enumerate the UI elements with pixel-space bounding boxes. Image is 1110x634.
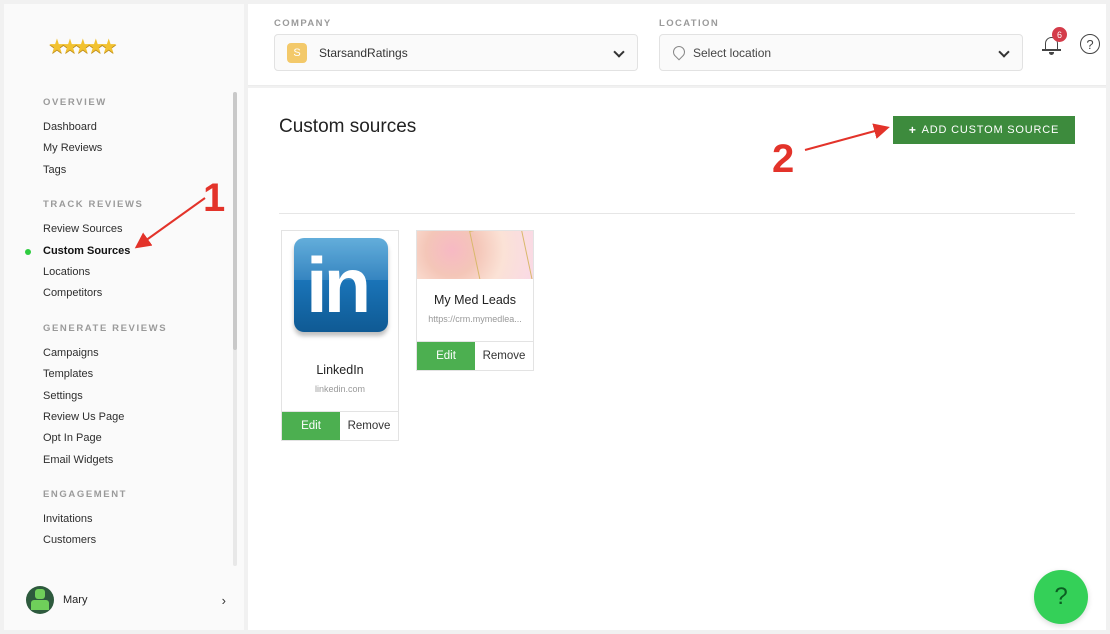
- main-content: Custom sources + ADD CUSTOM SOURCE in Li…: [248, 88, 1106, 630]
- sidebar-item-templates[interactable]: Templates: [43, 364, 233, 385]
- source-card-url: https://crm.mymedlea...: [428, 314, 522, 324]
- source-card-actions: Edit Remove: [282, 411, 398, 440]
- nav-section-title: GENERATE REVIEWS: [43, 322, 168, 334]
- sidebar-item-review-us-page[interactable]: Review Us Page: [43, 407, 233, 428]
- source-card-name: My Med Leads: [434, 293, 516, 307]
- sidebar-item-my-reviews[interactable]: My Reviews: [43, 138, 233, 159]
- sidebar-item-review-sources[interactable]: Review Sources: [43, 219, 233, 240]
- nav-section-title: OVERVIEW: [43, 97, 107, 108]
- sidebar-item-dashboard[interactable]: Dashboard: [43, 117, 233, 138]
- source-card-url: linkedin.com: [314, 384, 366, 394]
- add-custom-source-button[interactable]: + ADD CUSTOM SOURCE: [893, 116, 1075, 144]
- chevron-down-icon: [613, 47, 625, 59]
- source-card-image: [417, 231, 533, 279]
- sidebar-scrollbar-thumb[interactable]: [233, 92, 237, 350]
- notification-count-badge: 6: [1052, 27, 1067, 42]
- sidebar-nav: OVERVIEW Dashboard My Reviews Tags TRACK…: [25, 96, 233, 569]
- source-card-actions: Edit Remove: [417, 341, 533, 370]
- sidebar-item-email-widgets[interactable]: Email Widgets: [43, 450, 233, 471]
- divider: [279, 213, 1075, 214]
- sidebar-item-invitations[interactable]: Invitations: [43, 509, 233, 530]
- sidebar: ★ ★ ★ ★ ★ OVERVIEW Dashboard My Reviews Tags…: [4, 4, 244, 630]
- company-select[interactable]: S StarsandRatings: [274, 34, 638, 71]
- source-card-name: LinkedIn: [316, 363, 364, 377]
- sidebar-item-settings[interactable]: Settings: [43, 386, 233, 407]
- chevron-right-icon: ›: [221, 592, 226, 608]
- sidebar-item-custom-sources[interactable]: Custom Sources: [25, 241, 233, 262]
- remove-button[interactable]: Remove: [475, 342, 533, 370]
- page-title: Custom sources: [279, 116, 417, 137]
- sidebar-item-opt-in-page[interactable]: Opt In Page: [43, 428, 233, 449]
- header: COMPANY S StarsandRatings LOCATION Selec…: [248, 4, 1106, 86]
- help-chat-button[interactable]: ?: [1034, 570, 1088, 624]
- nav-section-engagement: ENGAGEMENT Invitations Customers: [43, 488, 233, 552]
- add-custom-source-label: ADD CUSTOM SOURCE: [921, 124, 1060, 136]
- help-icon[interactable]: ?: [1080, 34, 1100, 54]
- nav-section-overview: OVERVIEW Dashboard My Reviews Tags: [43, 96, 233, 181]
- user-name: Mary: [63, 594, 88, 606]
- linkedin-logo-icon: in: [294, 238, 388, 332]
- sidebar-item-competitors[interactable]: Competitors: [43, 283, 233, 304]
- edit-button[interactable]: Edit: [417, 342, 475, 370]
- location-placeholder: Select location: [693, 45, 772, 60]
- five-stars-logo[interactable]: ★ ★ ★ ★ ★: [48, 34, 118, 59]
- user-menu[interactable]: Mary ›: [26, 584, 236, 616]
- chevron-down-icon: [998, 47, 1010, 59]
- plus-icon: +: [908, 123, 917, 137]
- nav-section-title: ENGAGEMENT: [43, 489, 128, 501]
- company-badge: S: [287, 42, 307, 63]
- location-select[interactable]: Select location: [659, 34, 1023, 71]
- source-card-my-med-leads: My Med Leads https://crm.mymedlea... Edi…: [416, 230, 534, 371]
- avatar: [26, 586, 54, 614]
- edit-button[interactable]: Edit: [282, 412, 340, 440]
- company-value: StarsandRatings: [319, 45, 408, 60]
- remove-button[interactable]: Remove: [340, 412, 398, 440]
- annotation-number-1: 1: [203, 176, 226, 220]
- sidebar-item-locations[interactable]: Locations: [43, 262, 233, 283]
- company-label: COMPANY: [274, 18, 332, 29]
- annotation-number-2: 2: [772, 137, 795, 181]
- map-pin-icon: [672, 46, 684, 60]
- sidebar-item-campaigns[interactable]: Campaigns: [43, 343, 233, 364]
- location-label: LOCATION: [659, 18, 720, 29]
- sidebar-item-customers[interactable]: Customers: [43, 530, 233, 551]
- source-card-linkedin: in LinkedIn linkedin.com Edit Remove: [281, 230, 399, 441]
- nav-section-generate-reviews: GENERATE REVIEWS Campaigns Templates Set…: [43, 322, 233, 471]
